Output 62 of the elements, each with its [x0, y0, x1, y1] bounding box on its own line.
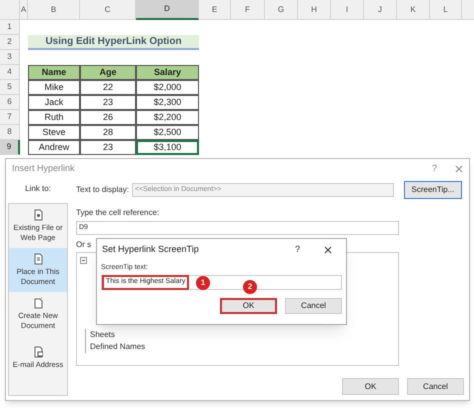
- row-header[interactable]: 6: [0, 95, 20, 110]
- table-cell: 28: [80, 125, 136, 140]
- row-header[interactable]: 5: [0, 80, 20, 95]
- link-to-label: Link to:: [25, 183, 51, 195]
- field-label: Type the cell reference:: [76, 207, 160, 219]
- table-cell: Jack: [28, 95, 80, 110]
- column-header[interactable]: A: [20, 0, 28, 20]
- screentip-button[interactable]: ScreenTip...: [404, 181, 462, 199]
- column-header[interactable]: H: [298, 0, 331, 20]
- tree-label: Or s: [76, 239, 92, 251]
- tree-item[interactable]: Sheets: [85, 329, 146, 341]
- table-cell: $2,500: [136, 125, 199, 140]
- row-header[interactable]: 2: [0, 35, 20, 50]
- dialog-title: Set Hyperlink ScreenTip: [101, 243, 200, 256]
- help-button[interactable]: ?: [294, 243, 300, 257]
- dialog-button[interactable]: Cancel: [285, 298, 342, 314]
- dialog-title: Insert Hyperlink: [12, 162, 76, 176]
- document-icon: [33, 346, 43, 358]
- table-cell: $3,100: [136, 140, 199, 155]
- column-header[interactable]: J: [364, 0, 397, 20]
- column-header[interactable]: K: [397, 0, 430, 20]
- row-header[interactable]: 1: [0, 20, 20, 35]
- header-background: [462, 0, 474, 20]
- table-cell: $2,000: [136, 80, 199, 95]
- table-cell: $2,300: [136, 95, 199, 110]
- column-header[interactable]: E: [199, 0, 231, 20]
- document-icon: [33, 209, 43, 221]
- table-cell: Steve: [28, 125, 80, 140]
- collapse-icon[interactable]: [80, 257, 87, 264]
- row-header[interactable]: 9: [0, 140, 20, 155]
- dialog-button[interactable]: OK: [342, 378, 399, 395]
- dialog-button[interactable]: OK: [220, 298, 277, 314]
- table-cell: 22: [80, 80, 136, 95]
- column-header[interactable]: G: [265, 0, 298, 20]
- table-header: Age: [80, 65, 136, 80]
- row-header[interactable]: 7: [0, 110, 20, 125]
- field-label: Text to display:: [76, 184, 129, 196]
- table-cell: 26: [80, 110, 136, 125]
- table-header: Salary: [136, 65, 199, 80]
- column-header[interactable]: D: [136, 0, 199, 20]
- help-button[interactable]: ?: [432, 162, 437, 176]
- table-header: Name: [28, 65, 80, 80]
- row-header[interactable]: 8: [0, 125, 20, 140]
- table-cell: 23: [80, 95, 136, 110]
- tree-item[interactable]: Defined Names: [85, 341, 146, 353]
- column-header[interactable]: I: [331, 0, 364, 20]
- column-header[interactable]: L: [430, 0, 462, 20]
- row-header[interactable]: 3: [0, 50, 20, 65]
- table-cell: Andrew: [28, 140, 80, 155]
- dialog-button[interactable]: Cancel: [407, 378, 464, 395]
- close-icon[interactable]: [324, 246, 332, 254]
- column-header[interactable]: C: [80, 0, 136, 20]
- column-header[interactable]: F: [231, 0, 265, 20]
- document-icon: [33, 253, 43, 265]
- table-cell: Ruth: [28, 110, 80, 125]
- sheet-title: Using Edit HyperLink Option: [28, 35, 199, 50]
- table-cell: Mike: [28, 80, 80, 95]
- column-header[interactable]: B: [28, 0, 80, 20]
- table-cell: $2,200: [136, 110, 199, 125]
- document-icon: [33, 297, 43, 309]
- row-header[interactable]: 4: [0, 65, 20, 80]
- table-cell: 23: [80, 140, 136, 155]
